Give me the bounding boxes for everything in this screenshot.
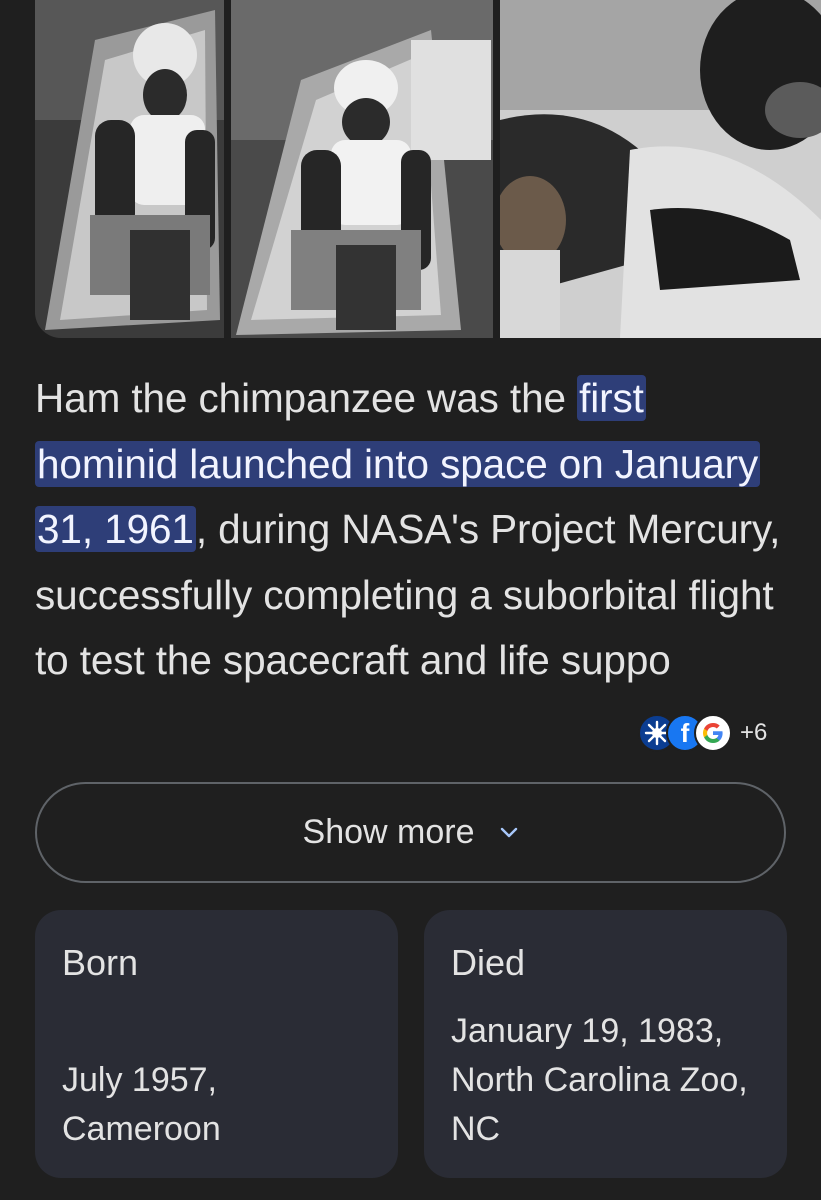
chevron-down-icon: [500, 827, 518, 839]
photo-image: [500, 0, 821, 338]
born-value: July 1957, Cameroon: [62, 1061, 221, 1148]
photo-chimp-capsule-2[interactable]: [231, 0, 493, 338]
photo-image: [35, 0, 224, 338]
died-value: January 19, 1983, North Carolina Zoo, NC: [451, 1012, 748, 1148]
source-icons[interactable]: f +6: [632, 712, 768, 754]
image-carousel[interactable]: [0, 0, 821, 340]
photo-image: [231, 0, 493, 338]
more-sources-count[interactable]: +6: [740, 719, 767, 747]
google-icon[interactable]: [694, 714, 732, 752]
show-more-label: Show more: [302, 813, 475, 851]
overview-text-truncated: the spacecraft and life suppo: [155, 637, 671, 683]
died-title: Died: [451, 942, 526, 983]
overview-text-start: Ham the chimpanzee was the: [35, 375, 578, 421]
facebook-letter: f: [680, 717, 690, 748]
born-title: Born: [62, 942, 139, 983]
died-card[interactable]: Died January 19, 1983, North Carolina Zo…: [424, 910, 787, 1178]
born-card[interactable]: Born July 1957, Cameroon: [35, 910, 398, 1178]
photo-chimp-capsule-1[interactable]: [35, 0, 224, 338]
overview-text: Ham the chimpanzee was the first hominid…: [35, 366, 795, 694]
photo-chimp-closeup[interactable]: [500, 0, 821, 338]
show-more-button[interactable]: Show more: [35, 782, 786, 883]
